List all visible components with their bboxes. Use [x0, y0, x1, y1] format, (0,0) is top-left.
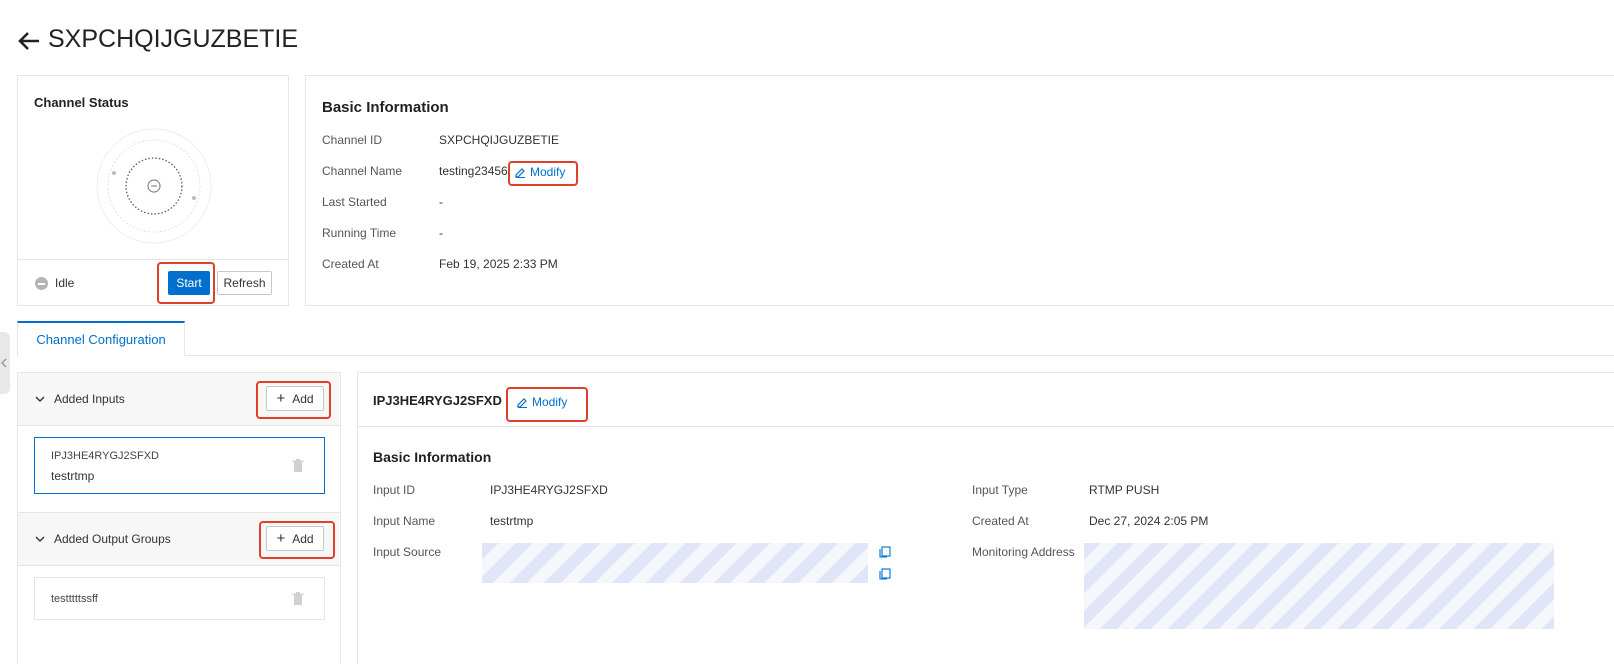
copy-icon[interactable] — [879, 568, 891, 580]
list-item-input[interactable]: IPJ3HE4RYGJ2SFXD testrtmp — [34, 437, 325, 494]
inputs-list: IPJ3HE4RYGJ2SFXD testrtmp — [18, 425, 340, 513]
chevron-down-icon — [35, 536, 45, 542]
input-item-id: IPJ3HE4RYGJ2SFXD — [51, 450, 160, 462]
basic-info-card: Basic Information Channel ID SXPCHQIJGUZ… — [305, 75, 1614, 306]
highlight-start — [157, 262, 215, 304]
tab-channel-configuration[interactable]: Channel Configuration — [17, 321, 185, 356]
chevron-left-icon — [1, 358, 7, 368]
input-detail-id: IPJ3HE4RYGJ2SFXD — [373, 393, 502, 408]
input-detail-divider — [358, 426, 1614, 427]
channel-id-value: SXPCHQIJGUZBETIE — [439, 133, 560, 147]
input-basic-info-title: Basic Information — [373, 449, 492, 465]
input-id-label: Input ID — [373, 483, 416, 497]
input-type-label: Input Type — [972, 483, 1028, 497]
input-source-label: Input Source — [373, 545, 442, 559]
refresh-button[interactable]: Refresh — [217, 271, 272, 295]
output-group-name: testttttssff — [51, 593, 98, 605]
channel-status-card: Channel Status Idle Start Refresh — [17, 75, 289, 306]
last-started-label: Last Started — [322, 195, 387, 209]
input-id-value: IPJ3HE4RYGJ2SFXD — [490, 483, 608, 497]
copy-icon[interactable] — [879, 546, 891, 558]
list-item-output-group[interactable]: testttttssff — [34, 577, 325, 620]
monitoring-address-label: Monitoring Address — [972, 545, 1075, 559]
idle-icon — [35, 277, 48, 290]
created-at-value: Feb 19, 2025 2:33 PM — [439, 257, 558, 271]
tab-bar-line — [17, 355, 1614, 356]
basic-info-title: Basic Information — [322, 99, 449, 116]
delete-icon[interactable] — [292, 459, 304, 473]
highlight-add-input — [256, 381, 331, 419]
input-source-redacted — [482, 543, 868, 583]
channel-id-label: Channel ID — [322, 133, 383, 147]
added-inputs-title: Added Inputs — [54, 392, 125, 406]
chevron-down-icon — [35, 396, 45, 402]
status-divider — [18, 259, 288, 260]
page-title: SXPCHQIJGUZBETIE — [48, 25, 299, 53]
added-output-groups-title: Added Output Groups — [54, 532, 171, 546]
arrow-left-icon — [18, 32, 39, 50]
tab-label: Channel Configuration — [36, 331, 166, 347]
created-at-label: Created At — [322, 257, 379, 271]
delete-icon[interactable] — [292, 592, 304, 606]
channel-name-label: Channel Name — [322, 164, 403, 178]
output-groups-list: testttttssff — [18, 565, 340, 664]
channel-status-title: Channel Status — [34, 95, 129, 110]
last-started-value: - — [439, 195, 443, 209]
highlight-modify-channel — [508, 161, 578, 186]
input-name-value: testrtmp — [490, 514, 534, 528]
input-created-at-label: Created At — [972, 514, 1029, 528]
highlight-modify-input — [506, 387, 588, 422]
running-time-value: - — [439, 226, 443, 240]
status-text: Idle — [55, 276, 75, 290]
idle-status-graphic — [96, 128, 212, 244]
highlight-add-output — [259, 521, 335, 559]
channel-name-value: testing23456 — [439, 164, 508, 178]
running-time-label: Running Time — [322, 226, 397, 240]
input-type-value: RTMP PUSH — [1089, 483, 1160, 497]
monitoring-address-redacted — [1084, 543, 1554, 629]
back-button[interactable] — [16, 28, 42, 54]
input-item-name: testrtmp — [51, 469, 95, 483]
input-created-at-value: Dec 27, 2024 2:05 PM — [1089, 514, 1209, 528]
input-name-label: Input Name — [373, 514, 436, 528]
sidebar-collapse-handle[interactable] — [0, 332, 10, 394]
